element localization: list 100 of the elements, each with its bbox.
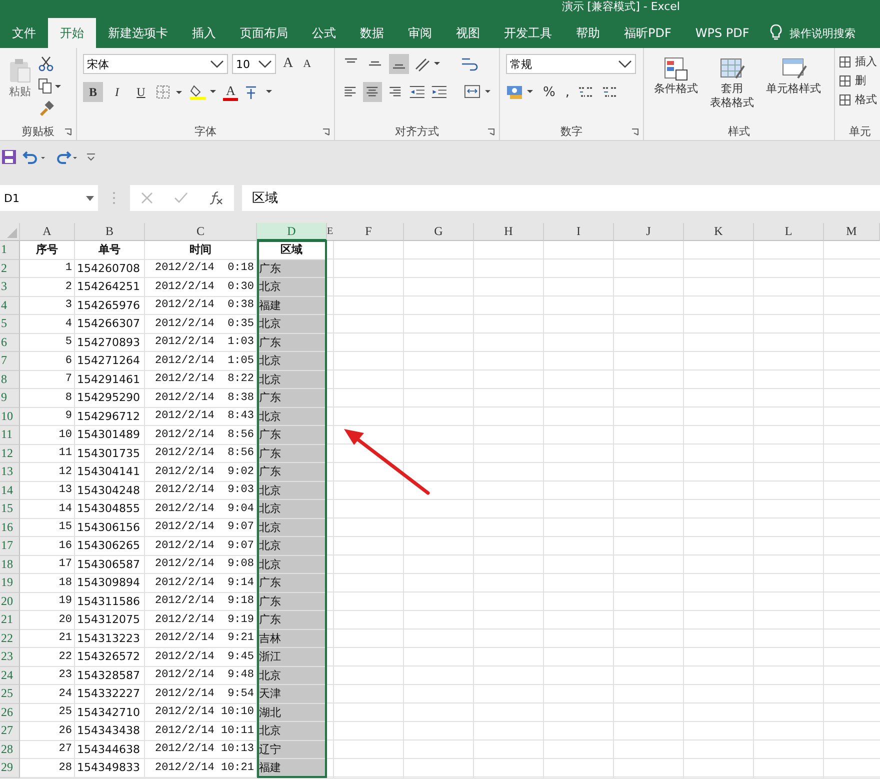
redo-icon[interactable] [54, 149, 80, 165]
font-size-dropdown[interactable]: 10 [232, 54, 276, 74]
ribbon-tab[interactable]: 开发工具 [492, 18, 564, 48]
row-header[interactable]: 2 [0, 260, 20, 278]
ribbon-tab[interactable]: 视图 [444, 18, 492, 48]
style-button[interactable]: 套用 表格格式 [706, 54, 758, 122]
format-toggle[interactable]: I [107, 82, 127, 102]
row-header[interactable]: 20 [0, 592, 20, 611]
row-header[interactable]: 5 [0, 315, 20, 334]
format-toggle[interactable]: B [83, 82, 103, 102]
dialog-launcher-icon[interactable] [64, 128, 72, 136]
check-icon[interactable] [174, 192, 188, 204]
ribbon-tab[interactable]: 文件 [0, 18, 48, 48]
search-field[interactable]: 操作说明搜索 [783, 18, 866, 48]
column-header[interactable]: E [327, 223, 334, 241]
column-header[interactable]: C [145, 223, 257, 241]
dialog-launcher-icon[interactable] [487, 128, 495, 136]
row-header[interactable]: 12 [0, 444, 20, 463]
row-header[interactable]: 18 [0, 556, 20, 574]
cells-button[interactable]: 删 [839, 73, 879, 88]
row-header[interactable]: 1 [0, 241, 20, 260]
cells-button[interactable]: 格式 [839, 92, 879, 107]
row-header[interactable]: 26 [0, 704, 20, 722]
column-header[interactable]: K [684, 223, 754, 241]
row-header[interactable]: 27 [0, 722, 20, 740]
row-header[interactable]: 28 [0, 740, 20, 759]
number-format-dropdown[interactable]: 常规 [506, 54, 636, 74]
row-header[interactable]: 14 [0, 482, 20, 500]
ribbon-tab[interactable]: 新建选项卡 [96, 18, 180, 48]
row-header[interactable]: 17 [0, 537, 20, 556]
column-header[interactable]: B [75, 223, 145, 241]
format-toggle[interactable]: U [131, 82, 151, 102]
copy-icon[interactable] [38, 78, 62, 94]
borders-icon[interactable] [155, 84, 185, 100]
row-header[interactable]: 4 [0, 296, 20, 315]
row-header[interactable]: 19 [0, 574, 20, 592]
row-header[interactable]: 24 [0, 666, 20, 685]
table-cell: 21 [20, 630, 75, 648]
row-header[interactable]: 8 [0, 370, 20, 389]
ribbon-tab[interactable]: 页面布局 [228, 18, 300, 48]
column-header[interactable]: H [474, 223, 544, 241]
row-header[interactable]: 11 [0, 426, 20, 444]
table-cell: 154264251 [75, 278, 145, 296]
column-header[interactable]: L [754, 223, 824, 241]
row-header[interactable]: 29 [0, 759, 20, 778]
row-header[interactable]: 25 [0, 685, 20, 704]
row-header[interactable]: 9 [0, 389, 20, 408]
row-header[interactable]: 3 [0, 278, 20, 296]
row-header[interactable]: 7 [0, 352, 20, 370]
undo-icon[interactable] [22, 149, 48, 165]
column-header[interactable]: I [544, 223, 614, 241]
ribbon-tab[interactable]: 审阅 [396, 18, 444, 48]
table-cell: 19 [20, 592, 75, 611]
ribbon-tab[interactable]: 公式 [300, 18, 348, 48]
save-icon[interactable] [2, 150, 16, 164]
name-box[interactable]: D1 [0, 185, 98, 211]
fill-color-icon[interactable] [189, 83, 219, 101]
scissors-icon[interactable] [38, 56, 54, 72]
row-header[interactable]: 6 [0, 334, 20, 352]
customize-icon[interactable] [86, 152, 96, 162]
align-lines-icon[interactable] [389, 54, 409, 74]
dialog-launcher-icon[interactable] [322, 128, 330, 136]
style-button[interactable]: 条件格式 [650, 54, 702, 122]
ribbon-tab[interactable]: 开始 [48, 18, 96, 48]
cells-button[interactable]: 插入 [839, 54, 879, 69]
currency-icon[interactable] [506, 83, 536, 101]
comma-button[interactable]: , [562, 82, 572, 102]
font-name-dropdown[interactable]: 宋体 [83, 54, 228, 74]
row-header[interactable]: 22 [0, 630, 20, 648]
table-cell: 13 [20, 482, 75, 500]
ribbon-tab[interactable]: 帮助 [564, 18, 612, 48]
row-header[interactable]: 10 [0, 408, 20, 426]
dialog-launcher-icon[interactable] [631, 128, 639, 136]
style-button[interactable]: 单元格样式 [762, 54, 825, 122]
row-header[interactable]: 15 [0, 500, 20, 518]
column-header[interactable]: J [614, 223, 684, 241]
column-header[interactable]: A [20, 223, 75, 241]
column-header[interactable]: F [334, 223, 404, 241]
merge-cells-icon[interactable] [464, 83, 493, 101]
ribbon-tab[interactable]: 福昕PDF [612, 18, 684, 48]
column-header[interactable]: M [824, 223, 880, 241]
percent-button[interactable]: % [540, 82, 558, 102]
ribbon-tab[interactable]: 数据 [348, 18, 396, 48]
table-cell: 154306156 [75, 518, 145, 537]
shrink-font-button[interactable]: A [300, 54, 314, 74]
row-header[interactable]: 23 [0, 648, 20, 666]
align-lines-icon[interactable] [363, 82, 382, 102]
formula-input[interactable]: 区域 [242, 185, 880, 211]
row-header[interactable]: 21 [0, 611, 20, 630]
row-header[interactable]: 13 [0, 463, 20, 482]
ribbon-tab[interactable]: 插入 [180, 18, 228, 48]
grow-font-button[interactable]: A [280, 54, 296, 74]
ribbon-tab[interactable]: WPS PDF [683, 18, 762, 48]
format-painter-icon[interactable] [38, 100, 54, 116]
column-header[interactable]: G [404, 223, 474, 241]
column-header[interactable]: D [257, 223, 327, 241]
font-color-button[interactable]: A [223, 83, 238, 101]
row-header[interactable]: 16 [0, 518, 20, 537]
function-icon[interactable] [209, 191, 224, 205]
table-cell: 154344638 [75, 740, 145, 759]
